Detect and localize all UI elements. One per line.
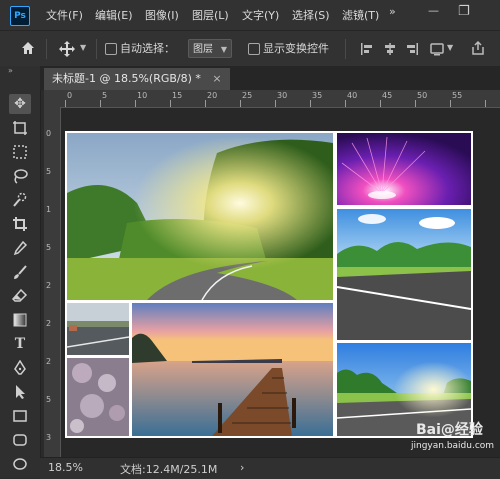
ruler-tick-label: 15 xyxy=(172,91,183,100)
menu-layer[interactable]: 图层(L) xyxy=(192,7,229,23)
ruler-tick-label: 20 xyxy=(207,91,218,100)
watermark-url: jingyan.baidu.com xyxy=(411,441,495,451)
photo-forest-road[interactable] xyxy=(67,133,333,300)
ruler-tick-label: 1 xyxy=(46,205,52,214)
collapse-panel-icon[interactable]: » xyxy=(8,66,13,75)
document-tab[interactable]: 未标题-1 @ 18.5%(RGB/8) * × xyxy=(44,68,230,90)
show-transform-checkbox[interactable] xyxy=(248,43,260,55)
ruler-tick-label: 40 xyxy=(347,91,358,100)
align-right-icon[interactable] xyxy=(405,41,419,60)
restore-button[interactable]: ❐ xyxy=(458,4,470,19)
eraser-tool-icon[interactable] xyxy=(9,286,31,306)
options-bar: ▼ 自动选择： 图层 ▼ 显示变换控件 ▼ xyxy=(0,30,500,68)
type-tool-icon[interactable]: T xyxy=(9,334,31,354)
align-left-icon[interactable] xyxy=(360,41,374,60)
lasso-tool-icon[interactable] xyxy=(9,166,31,186)
close-icon[interactable]: × xyxy=(212,72,221,85)
ruler-tick-label: 45 xyxy=(382,91,393,100)
quick-select-tool-icon[interactable] xyxy=(9,190,31,210)
display-icon[interactable] xyxy=(430,41,444,60)
show-transform-label: 显示变换控件 xyxy=(263,42,329,55)
menu-edit[interactable]: 编辑(E) xyxy=(95,7,133,23)
brush-tool-icon[interactable] xyxy=(9,262,31,282)
align-center-icon[interactable] xyxy=(383,41,397,60)
chevron-down-icon[interactable]: ▼ xyxy=(80,43,86,52)
ruler-corner[interactable] xyxy=(44,90,61,108)
menu-file[interactable]: 文件(F) xyxy=(46,7,83,23)
watermark-brand: Bai@经验 xyxy=(416,422,483,438)
ruler-horizontal[interactable]: 0 5 10 15 20 25 30 35 40 45 50 55 xyxy=(60,90,500,108)
crop-tool-icon[interactable] xyxy=(9,214,31,234)
photo-road-small[interactable] xyxy=(67,303,129,355)
photo-purple-fiber[interactable] xyxy=(337,133,471,205)
ruler-tick-label: 30 xyxy=(277,91,288,100)
move-tool-icon[interactable]: ✥ xyxy=(9,94,31,114)
marquee-tool-icon[interactable] xyxy=(9,142,31,162)
gradient-tool-icon[interactable] xyxy=(9,310,31,330)
document-tab-title: 未标题-1 @ 18.5%(RGB/8) * xyxy=(52,72,201,85)
ruler-tick-label: 3 xyxy=(46,433,52,442)
ruler-vertical[interactable]: 0 5 1 5 2 2 2 5 3 xyxy=(44,107,61,457)
auto-select-label: 自动选择： xyxy=(120,42,175,55)
pen-tool-icon[interactable] xyxy=(9,358,31,378)
ruler-tick-label: 5 xyxy=(46,243,52,252)
chevron-down-icon[interactable]: ▼ xyxy=(447,43,453,52)
share-icon[interactable] xyxy=(470,40,486,60)
ruler-tick-label: 10 xyxy=(137,91,148,100)
photo-sunset-pier[interactable] xyxy=(132,303,333,436)
photoshop-logo: Ps xyxy=(10,6,30,26)
menu-image[interactable]: 图像(I) xyxy=(145,7,179,23)
ruler-tick-label: 55 xyxy=(452,91,463,100)
menu-select[interactable]: 选择(S) xyxy=(292,7,330,23)
ruler-tick-label: 2 xyxy=(46,319,52,328)
photo-bokeh[interactable] xyxy=(67,358,129,436)
chevron-down-icon: ▼ xyxy=(220,45,227,54)
ruler-tick-label: 5 xyxy=(46,167,52,176)
document-canvas[interactable] xyxy=(65,131,473,438)
home-icon[interactable] xyxy=(20,40,36,60)
auto-select-dropdown[interactable]: 图层 ▼ xyxy=(188,39,232,58)
menu-bar: Ps 文件(F) 编辑(E) 图像(I) 图层(L) 文字(Y) 选择(S) 滤… xyxy=(0,0,500,30)
move-icon[interactable] xyxy=(58,40,76,62)
more-menus-icon[interactable]: » xyxy=(389,5,396,18)
ruler-tick-label: 2 xyxy=(46,357,52,366)
auto-select-value: 图层 xyxy=(193,44,213,55)
zoom-level[interactable]: 18.5% xyxy=(48,461,83,474)
path-select-tool-icon[interactable] xyxy=(9,382,31,402)
ruler-tick-label: 25 xyxy=(242,91,253,100)
rectangle-tool-icon[interactable] xyxy=(9,406,31,426)
tools-panel: » ✥ T xyxy=(0,66,41,478)
auto-select-checkbox[interactable] xyxy=(105,43,117,55)
ruler-tick-label: 5 xyxy=(46,395,52,404)
artboard-tool-icon[interactable] xyxy=(9,118,31,138)
ruler-tick-label: 0 xyxy=(46,129,52,138)
status-arrow-icon[interactable]: › xyxy=(240,461,244,474)
ruler-tick-label: 0 xyxy=(67,91,73,100)
ellipse-tool-icon[interactable] xyxy=(9,454,31,474)
canvas-workspace[interactable]: Bai@经验 jingyan.baidu.com xyxy=(61,108,500,457)
ruler-tick-label: 50 xyxy=(417,91,428,100)
ruler-tick-label: 5 xyxy=(102,91,108,100)
document-tab-bar: 未标题-1 @ 18.5%(RGB/8) * × xyxy=(40,66,500,90)
menu-filter[interactable]: 滤镜(T) xyxy=(342,7,379,23)
document-info: 文档:12.4M/25.1M xyxy=(120,463,218,476)
eyedropper-tool-icon[interactable] xyxy=(9,238,31,258)
minimize-button[interactable]: — xyxy=(428,4,439,17)
menu-type[interactable]: 文字(Y) xyxy=(242,7,279,23)
rounded-rect-tool-icon[interactable] xyxy=(9,430,31,450)
photo-green-road[interactable] xyxy=(337,209,471,340)
status-bar: 18.5% 文档:12.4M/25.1M › xyxy=(40,457,500,479)
ruler-tick-label: 2 xyxy=(46,281,52,290)
ruler-tick-label: 35 xyxy=(312,91,323,100)
